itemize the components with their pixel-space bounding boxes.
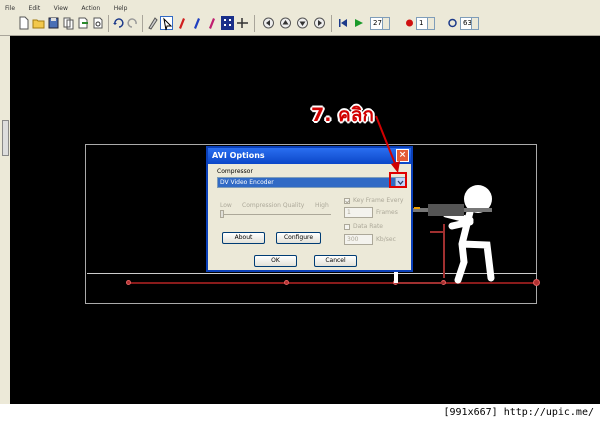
red-figure-icon[interactable]	[175, 16, 188, 30]
cancel-button[interactable]: Cancel	[314, 255, 357, 267]
frame-up-icon[interactable]	[279, 16, 292, 30]
quality-slider-thumb[interactable]	[220, 210, 224, 218]
quality-high-label: High	[315, 202, 329, 209]
configure-button[interactable]: Configure	[276, 232, 321, 244]
frame-back-icon[interactable]	[262, 16, 275, 30]
record-icon[interactable]	[403, 16, 416, 30]
rewind-icon[interactable]	[337, 16, 350, 30]
menu-bar: File Edit View Action Help	[0, 0, 600, 12]
quality-low-label: Low	[220, 202, 232, 209]
grid-icon[interactable]	[221, 16, 234, 30]
compressor-select[interactable]: DV Video Encoder	[217, 177, 406, 188]
datarate-value: 300	[347, 236, 359, 243]
frames-label: Frames	[376, 209, 398, 216]
quality-slider-track	[220, 214, 331, 215]
ok-button[interactable]: OK	[254, 255, 297, 267]
watermark: [991x667] http://upic.me/	[443, 407, 594, 418]
new-file-icon[interactable]	[17, 16, 30, 30]
select-icon[interactable]	[146, 16, 159, 30]
frame-number-spinner[interactable]: 27	[370, 17, 390, 30]
timeline-node[interactable]	[126, 280, 131, 285]
onion-skin-spinner[interactable]: 1	[416, 17, 435, 30]
compressor-value: DV Video Encoder	[220, 179, 274, 186]
preview-icon[interactable]	[92, 16, 105, 30]
loop-icon[interactable]	[446, 16, 459, 30]
compressor-label: Compressor	[217, 168, 253, 175]
open-folder-icon[interactable]	[32, 16, 45, 30]
pink-figure-icon[interactable]	[205, 16, 218, 30]
keyframe-label: Key Frame Every	[353, 197, 404, 204]
keyframe-field[interactable]: 1	[344, 207, 373, 218]
dialog-title: AVI Options	[212, 151, 265, 160]
onion-skin-value: 1	[419, 19, 424, 27]
play-icon[interactable]	[352, 16, 365, 30]
bottom-strip: [991x667] http://upic.me/	[0, 404, 600, 423]
blue-figure-icon[interactable]	[190, 16, 203, 30]
timeline-node[interactable]	[284, 280, 289, 285]
kbsec-label: Kb/sec	[376, 236, 396, 243]
save-icon[interactable]	[47, 16, 60, 30]
frame-forward-icon[interactable]	[313, 16, 326, 30]
frame-down-icon[interactable]	[296, 16, 309, 30]
annotation-text: 7. คลิก	[311, 104, 374, 126]
pointer-icon[interactable]	[160, 16, 173, 31]
datarate-checkbox[interactable]	[344, 224, 350, 230]
undo-icon[interactable]	[112, 16, 125, 30]
redo-icon[interactable]	[126, 16, 139, 30]
export-icon[interactable]	[77, 16, 90, 30]
timeline-icon[interactable]	[236, 16, 249, 30]
keyframe-checkbox[interactable]	[344, 198, 350, 204]
datarate-field[interactable]: 300	[344, 234, 373, 245]
datarate-label: Data Rate	[353, 223, 383, 230]
quality-label: Compression Quality	[242, 202, 305, 209]
left-scroll-handle[interactable]	[2, 120, 9, 156]
annotation-arrow-icon	[375, 115, 400, 173]
fps-spinner[interactable]: 63	[460, 17, 479, 30]
annotation-highlight-box	[389, 172, 407, 188]
left-panel-strip	[0, 36, 10, 404]
keyframe-value: 1	[347, 209, 351, 216]
copy-figure-icon[interactable]	[62, 16, 75, 30]
about-button[interactable]: About	[222, 232, 265, 244]
toolbar: 27 1 63	[0, 12, 600, 36]
frame-number-value: 27	[373, 19, 382, 27]
